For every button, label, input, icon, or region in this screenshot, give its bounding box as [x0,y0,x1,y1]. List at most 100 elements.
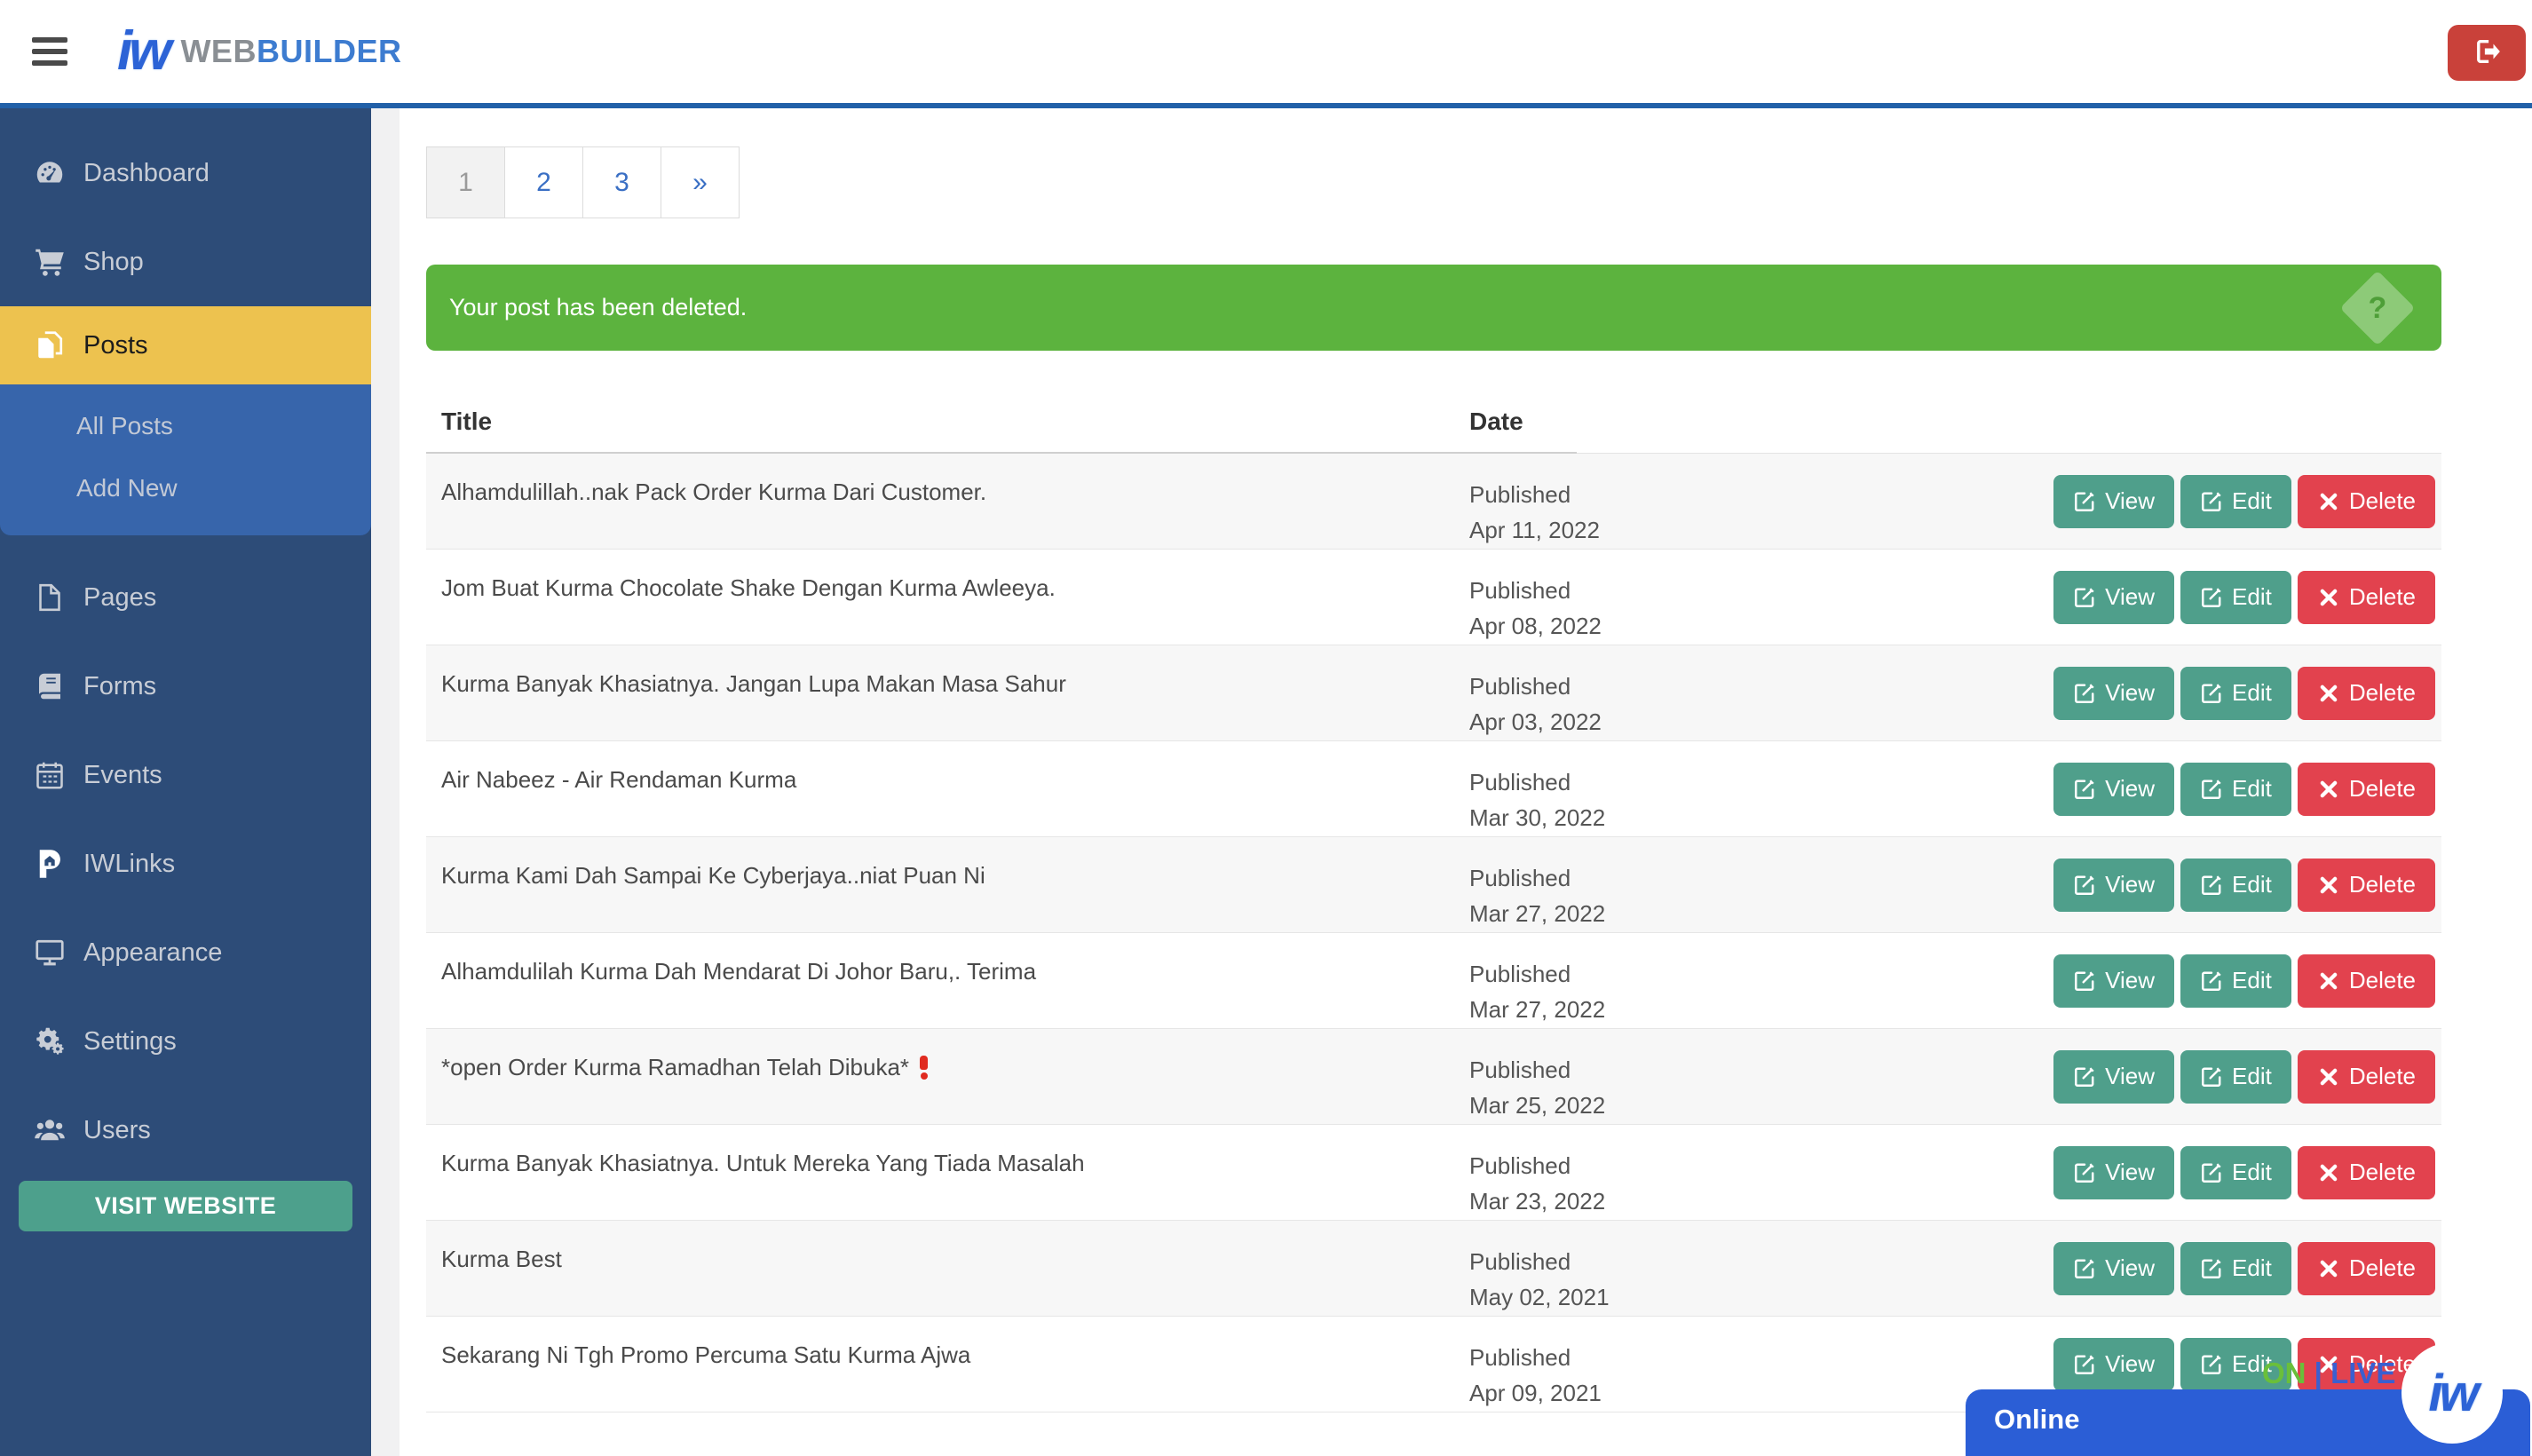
page-button-3[interactable]: 3 [582,146,661,218]
button-label: Delete [2349,967,2416,994]
post-title-cell: Kurma Kami Dah Sampai Ke Cyberjaya..niat… [426,837,1469,932]
button-label: Edit [2232,871,2272,898]
appearance-monitor-icon [34,937,66,969]
logout-button[interactable] [2448,25,2526,81]
sidebar-item-label: Dashboard [83,159,210,188]
sidebar-item-dashboard[interactable]: Dashboard [0,129,371,218]
delete-button[interactable]: Delete [2298,1050,2435,1104]
button-label: View [2105,1350,2155,1378]
view-button[interactable]: View [2053,763,2174,816]
post-status: Published [1469,573,1842,608]
page-button-»[interactable]: » [661,146,740,218]
view-button[interactable]: View [2053,667,2174,720]
post-date-cell: PublishedMay 02, 2021 [1469,1221,1842,1316]
post-title-cell: *open Order Kurma Ramadhan Telah Dibuka* [426,1029,1469,1124]
sidebar-item-forms[interactable]: Forms [0,642,371,731]
table-row: *open Order Kurma Ramadhan Telah Dibuka*… [426,1029,2441,1125]
view-button[interactable]: View [2053,571,2174,624]
edit-button[interactable]: Edit [2180,667,2291,720]
delete-button[interactable]: Delete [2298,1242,2435,1295]
table-header-row: Title Date [426,390,2441,454]
sidebar-item-iwlinks[interactable]: IWLinks [0,819,371,908]
visit-website-button[interactable]: VISIT WEBSITE [19,1181,352,1231]
iw-logo-icon: iw [117,24,168,79]
users-icon [34,1114,66,1146]
edit-button[interactable]: Edit [2180,571,2291,624]
hamburger-menu-icon[interactable] [32,37,67,66]
delete-button[interactable]: Delete [2298,475,2435,528]
delete-button[interactable]: Delete [2298,763,2435,816]
edit-button[interactable]: Edit [2180,1146,2291,1199]
post-date: Mar 30, 2022 [1469,800,1842,835]
submenu-item-all-posts[interactable]: All Posts [0,395,371,457]
button-label: View [2105,871,2155,898]
button-label: Delete [2349,871,2416,898]
sidebar-item-shop[interactable]: Shop [0,218,371,306]
view-button[interactable]: View [2053,1146,2174,1199]
sidebar-item-pages[interactable]: Pages [0,553,371,642]
delete-x-icon [2317,682,2340,705]
page-button-2[interactable]: 2 [504,146,583,218]
sidebar-item-label: Forms [83,672,156,701]
sidebar: Dashboard ShopPosts All PostsAdd New Pages F… [0,108,371,1456]
sidebar-item-posts[interactable]: Posts [0,306,371,384]
post-date-cell: PublishedApr 08, 2022 [1469,550,1842,645]
post-date-cell: PublishedApr 09, 2021 [1469,1317,1842,1412]
post-date: Apr 08, 2022 [1469,608,1842,644]
sidebar-item-settings[interactable]: Settings [0,997,371,1086]
post-date-cell: PublishedMar 23, 2022 [1469,1125,1842,1220]
pages-file-icon [34,582,66,613]
post-date: Mar 27, 2022 [1469,992,1842,1027]
delete-button[interactable]: Delete [2298,954,2435,1008]
view-button[interactable]: View [2053,1050,2174,1104]
button-label: Edit [2232,1254,2272,1282]
success-alert: Your post has been deleted. ? [426,265,2441,351]
sidebar-item-users[interactable]: Users [0,1086,371,1175]
settings-gears-icon [34,1025,66,1057]
button-label: View [2105,583,2155,611]
post-title-cell: Kurma Best [426,1221,1469,1316]
edit-button[interactable]: Edit [2180,475,2291,528]
edit-button[interactable]: Edit [2180,763,2291,816]
button-label: View [2105,1063,2155,1090]
edit-button[interactable]: Edit [2180,954,2291,1008]
shop-cart-icon [34,246,66,278]
sidebar-item-appearance[interactable]: Appearance [0,908,371,997]
edit-pencil-icon [2200,586,2223,609]
chat-status-label: Online [1994,1404,2079,1436]
edit-button[interactable]: Edit [2180,1050,2291,1104]
submenu-item-add-new[interactable]: Add New [0,457,371,519]
edit-button[interactable]: Edit [2180,859,2291,912]
view-button[interactable]: View [2053,475,2174,528]
delete-x-icon [2317,490,2340,513]
app-logo: iw WEB BUILDER [117,24,401,79]
delete-button[interactable]: Delete [2298,667,2435,720]
view-edit-icon [2073,586,2096,609]
button-label: Edit [2232,775,2272,803]
delete-button[interactable]: Delete [2298,571,2435,624]
button-label: View [2105,775,2155,803]
forms-book-icon [34,670,66,702]
page-button-1[interactable]: 1 [426,146,505,218]
chat-launcher-logo[interactable]: iw [2401,1342,2503,1444]
delete-button[interactable]: Delete [2298,859,2435,912]
sidebar-item-label: Settings [83,1027,177,1056]
view-button[interactable]: View [2053,859,2174,912]
edit-button[interactable]: Edit [2180,1242,2291,1295]
posts-copy-icon [34,329,66,361]
view-edit-icon [2073,490,2096,513]
view-button[interactable]: View [2053,1242,2174,1295]
delete-x-icon [2317,874,2340,897]
dashboard-gauge-icon [34,157,66,189]
top-header: iw WEB BUILDER [0,0,2532,108]
delete-button[interactable]: Delete [2298,1146,2435,1199]
sidebar-item-label: Events [83,761,162,790]
sidebar-item-events[interactable]: Events [0,731,371,819]
view-button[interactable]: View [2053,954,2174,1008]
delete-x-icon [2317,1065,2340,1088]
delete-x-icon [2317,1161,2340,1184]
edit-pencil-icon [2200,1161,2223,1184]
button-label: Delete [2349,583,2416,611]
view-button[interactable]: View [2053,1338,2174,1391]
edit-pencil-icon [2200,778,2223,801]
